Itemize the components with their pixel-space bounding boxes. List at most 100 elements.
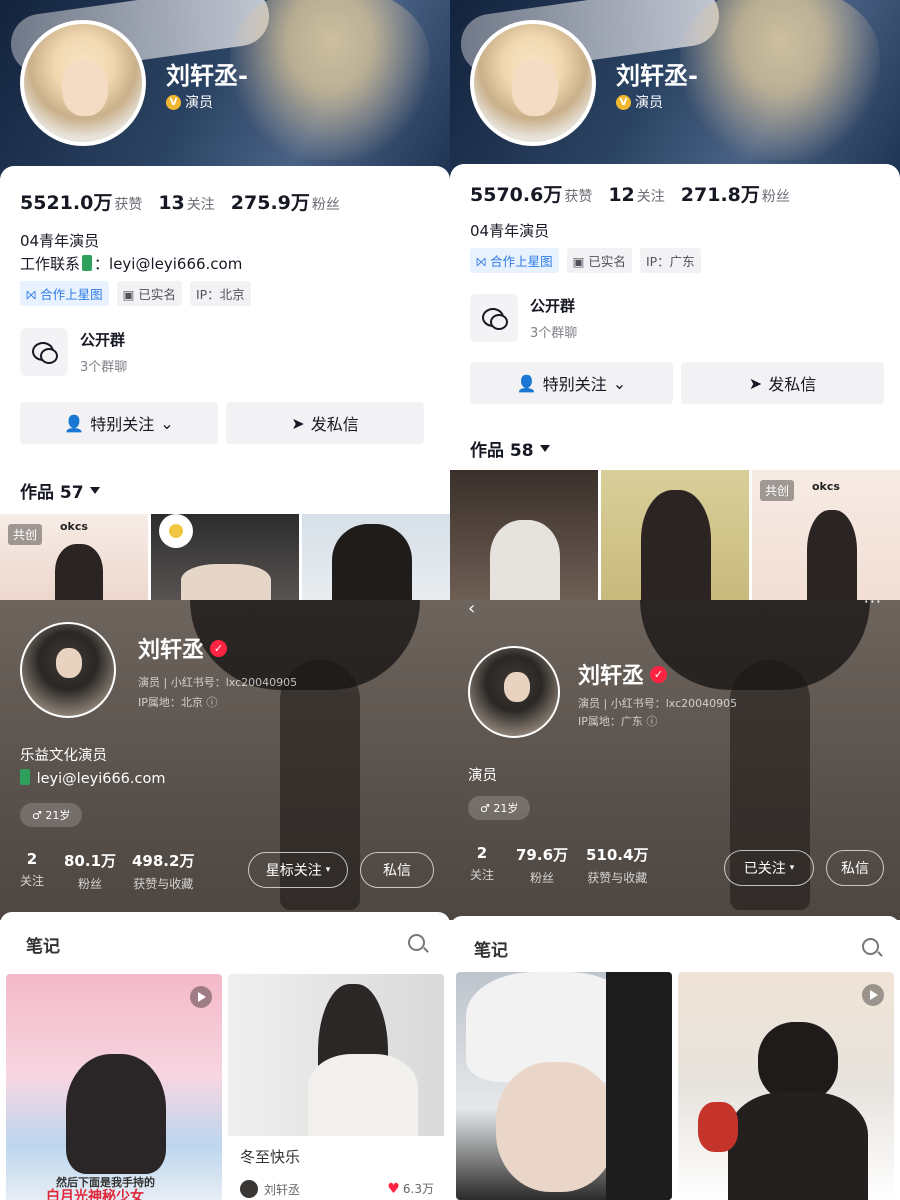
work-thumbnail[interactable]: 共创 okcs (752, 470, 900, 600)
note-title: 冬至快乐 (240, 1148, 301, 1166)
banner-photo-figure (680, 0, 880, 160)
special-follow-button[interactable]: 👤 特别关注 ⌄ (20, 402, 218, 444)
more-icon[interactable]: ··· (864, 600, 882, 611)
followed-button[interactable]: 已关注 ▾ (724, 850, 814, 886)
tab-notes[interactable]: 笔记 (26, 932, 60, 957)
contact-line: 工作联系 ：leyi@leyi666.com (20, 255, 243, 273)
bio-line: 04青年演员 (20, 232, 100, 250)
send-icon: ➤ (748, 373, 763, 393)
note-card[interactable] (678, 972, 894, 1200)
douyin-profile-right: 刘轩丞- V 演员 5570.6万 获赞 12 关注 271.8万 粉丝 04青年演员… (450, 0, 900, 600)
note-cover-text: 白月光神秘少女 (46, 1189, 144, 1200)
chevron-down-icon: ⌄ (160, 413, 174, 433)
note-author[interactable]: 刘轩丞 (240, 1180, 300, 1198)
note-card[interactable]: 然后下面是我手持的 白月光神秘少女 (6, 974, 222, 1200)
send-message-button[interactable]: ➤ 发私信 (681, 362, 884, 404)
tag-row: ⨝ 合作上星图 ▣ 已实名 IP：北京 (20, 281, 251, 306)
stat-followers[interactable]: 275.9万 粉丝 (231, 188, 340, 215)
work-thumbnail[interactable] (151, 514, 299, 600)
chevron-down-icon: ▾ (789, 863, 795, 873)
play-icon (862, 984, 884, 1006)
v-badge-icon: V (616, 94, 631, 110)
tag-row: ⨝ 合作上星图 ▣ 已实名 IP：广东 (470, 248, 701, 273)
xhs-profile-right: ‹ ··· 刘轩丞 ✓ 演员 | 小红书号：lxc20040905 IP属地：广东… (450, 600, 900, 1200)
star-follow-button[interactable]: 星标关注 ▾ (248, 852, 348, 888)
profile-name: 刘轩丞 ✓ (138, 632, 228, 664)
co-create-badge: 共创 (8, 524, 43, 545)
message-button[interactable]: 私信 (826, 850, 884, 886)
ip-tag: IP：北京 (189, 281, 251, 306)
avatar (240, 1180, 258, 1198)
profile-meta: 演员 | 小红书号：lxc20040905 (138, 676, 298, 689)
play-icon (190, 986, 212, 1008)
co-create-badge: 共创 (760, 480, 795, 501)
search-icon[interactable] (862, 938, 879, 955)
id-card-icon: ▣ (122, 287, 139, 302)
public-group[interactable]: 公开群 3个群聊 (20, 328, 127, 376)
work-thumbnail[interactable]: 共创 okcs (0, 514, 148, 600)
phone-icon (20, 769, 30, 785)
stat-likes[interactable]: 5521.0万 获赞 (20, 188, 142, 215)
works-tab[interactable]: 作品 58 (470, 436, 550, 461)
work-thumbnail[interactable] (450, 470, 598, 600)
star-map-tag[interactable]: ⨝ 合作上星图 (470, 248, 559, 273)
action-buttons: 👤 特别关注 ⌄ ➤ 发私信 (470, 362, 884, 404)
profile-card: 5521.0万 获赞 13 关注 275.9万 粉丝 04青年演员 工作联系 ：leyi… (0, 166, 450, 600)
stat-following[interactable]: 12 关注 (608, 184, 664, 206)
stat-likes[interactable]: 5570.6万 获赞 (470, 180, 592, 207)
stat-following[interactable]: 13 关注 (158, 192, 214, 214)
profile-name: 刘轩丞 ✓ (578, 658, 668, 690)
notes-panel: 笔记 然后下面是我手持的 白月光神秘少女 冬至快乐 刘轩丞 ♥ 6.3万 (0, 912, 450, 1200)
stat-following[interactable]: 2 关注 (470, 844, 494, 883)
work-thumbnail[interactable] (601, 470, 749, 600)
profile-meta: 演员 | 小红书号：lxc20040905 (578, 697, 738, 710)
avatar[interactable] (20, 622, 116, 718)
ip-location: IP属地：广东 ⓘ (578, 715, 658, 728)
xhs-profile-left: 刘轩丞 ✓ 演员 | 小红书号：lxc20040905 IP属地：北京 ⓘ 乐益文… (0, 600, 450, 1200)
douyin-profile-left: 刘轩丞- V 演员 5521.0万 获赞 13 关注 275.9万 粉丝 04青年演员… (0, 0, 450, 600)
bio-line: 04青年演员 (470, 222, 550, 240)
back-icon[interactable]: ‹ (468, 600, 475, 619)
star-map-tag[interactable]: ⨝ 合作上星图 (20, 281, 109, 306)
ip-location: IP属地：北京 ⓘ (138, 696, 218, 709)
send-icon: ➤ (291, 413, 305, 433)
chevron-down-icon: ⌄ (612, 373, 627, 393)
note-card[interactable] (456, 972, 672, 1200)
follow-user-icon: 👤 (64, 413, 85, 433)
note-likes[interactable]: ♥ 6.3万 (387, 1180, 434, 1197)
send-message-button[interactable]: ➤ 发私信 (226, 402, 424, 444)
stat-followers[interactable]: 271.8万 粉丝 (681, 180, 790, 207)
avatar[interactable] (468, 646, 560, 738)
work-thumbnail[interactable] (302, 514, 450, 600)
role-label: 演员 (635, 95, 663, 111)
stat-followers[interactable]: 80.1万 粉丝 (64, 850, 116, 892)
tab-notes[interactable]: 笔记 (474, 936, 508, 961)
stat-likes-collects[interactable]: 510.4万 获赞与收藏 (586, 844, 648, 886)
verified-check-icon: ✓ (650, 665, 668, 683)
age-pill: ♂ 21岁 (468, 796, 531, 820)
special-follow-button[interactable]: 👤 特别关注 ⌄ (470, 362, 673, 404)
search-icon[interactable] (408, 934, 425, 951)
profile-name: 刘轩丞- (616, 62, 698, 90)
works-tab[interactable]: 作品 57 (20, 478, 100, 503)
brand-logo: okcs (60, 520, 88, 533)
age-pill: ♂ 21岁 (20, 803, 83, 827)
star-map-icon: ⨝ (476, 254, 491, 269)
avatar[interactable] (470, 20, 596, 146)
avatar[interactable] (20, 20, 146, 146)
banner-photo-figure (230, 0, 430, 160)
public-group[interactable]: 公开群 3个群聊 (470, 294, 577, 342)
profile-role: V 演员 (166, 92, 213, 112)
chevron-down-icon (89, 487, 100, 494)
message-button[interactable]: 私信 (360, 852, 434, 888)
profile-card: 5570.6万 获赞 12 关注 271.8万 粉丝 04青年演员 ⨝ 合作上星图 ▣… (450, 164, 900, 600)
verified-name-tag: ▣ 已实名 (116, 281, 182, 306)
stats-row: 5570.6万 获赞 12 关注 271.8万 粉丝 (470, 180, 790, 207)
stat-likes-collects[interactable]: 498.2万 获赞与收藏 (132, 850, 194, 892)
note-card[interactable]: 冬至快乐 刘轩丞 ♥ 6.3万 (228, 974, 444, 1200)
star-map-icon: ⨝ (26, 287, 41, 302)
stat-followers[interactable]: 79.6万 粉丝 (516, 844, 568, 886)
stat-following[interactable]: 2 关注 (20, 850, 44, 889)
profile-name: 刘轩丞- (166, 62, 248, 90)
id-card-icon: ▣ (572, 254, 589, 269)
